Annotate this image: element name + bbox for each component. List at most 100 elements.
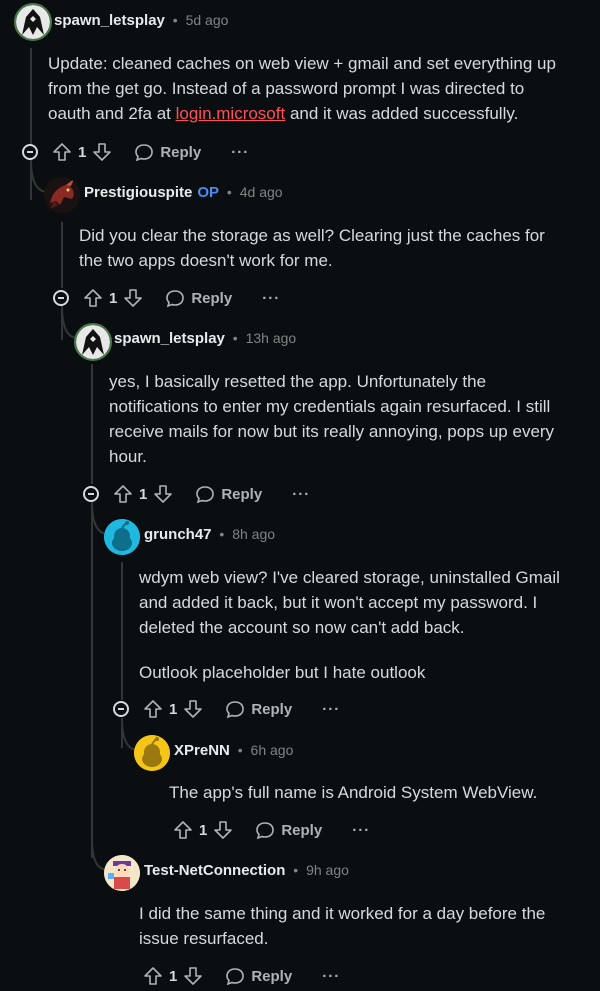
- thread-line-2[interactable]: [61, 222, 63, 288]
- avatar[interactable]: [14, 3, 52, 41]
- reply-bubble-icon: [135, 144, 154, 162]
- comment-body: wdym web view? I've cleared storage, uni…: [139, 565, 560, 685]
- meta-separator: •: [228, 330, 242, 346]
- thread-line-3[interactable]: [91, 364, 93, 484]
- more-options-icon[interactable]: ···: [292, 486, 310, 503]
- username[interactable]: spawn_letsplay: [54, 12, 165, 29]
- reply-button[interactable]: Reply: [225, 699, 292, 719]
- comment-line: receive mails for now but its really ann…: [109, 422, 555, 441]
- collapse-icon[interactable]: [22, 144, 38, 160]
- upvote-icon[interactable]: [173, 820, 193, 840]
- username[interactable]: Prestigiouspite: [84, 184, 192, 201]
- meta-separator: •: [215, 526, 229, 542]
- comment-line: Did you clear the storage as well? Clear…: [79, 226, 545, 245]
- reply-label: Reply: [160, 143, 202, 161]
- upvote-icon[interactable]: [143, 966, 163, 986]
- thread-line-3-branch[interactable]: [91, 502, 93, 858]
- more-options-icon[interactable]: ···: [231, 144, 249, 161]
- reply-button[interactable]: Reply: [195, 484, 262, 504]
- meta-separator: •: [233, 742, 247, 758]
- comment-header: Test-NetConnection • 9h ago: [144, 862, 349, 879]
- meta-separator: •: [223, 184, 236, 200]
- vote-count: 1: [139, 485, 148, 503]
- thread-line-1[interactable]: [30, 48, 32, 144]
- timestamp[interactable]: 5d ago: [186, 12, 229, 28]
- comment-thread: spawn_letsplay • 5d ago Update: cleaned …: [0, 0, 600, 991]
- username[interactable]: spawn_letsplay: [114, 330, 225, 347]
- comment-line: Outlook placeholder but I hate outlook: [139, 663, 426, 682]
- avatar[interactable]: [74, 323, 112, 361]
- reply-bubble-icon: [196, 486, 215, 504]
- avatar[interactable]: [104, 519, 140, 555]
- comment-text: and it was added successfully.: [285, 104, 519, 123]
- collapse-icon[interactable]: [83, 486, 99, 502]
- comment-actions: 1 Reply ···: [83, 286, 280, 310]
- upvote-icon[interactable]: [52, 142, 72, 162]
- timestamp[interactable]: 13h ago: [246, 330, 297, 346]
- login-link[interactable]: login.microsoft: [176, 104, 286, 123]
- timestamp[interactable]: 8h ago: [232, 526, 275, 542]
- custom-avatar-icon: [104, 855, 140, 891]
- reply-button[interactable]: Reply: [255, 820, 322, 840]
- username[interactable]: Test-NetConnection: [144, 862, 285, 879]
- comment-actions: 1 Reply ···: [173, 818, 370, 842]
- more-options-icon[interactable]: ···: [352, 822, 370, 839]
- reply-label: Reply: [251, 700, 293, 718]
- reply-bubble-icon: [226, 968, 245, 986]
- thread-line-1-branch[interactable]: [30, 160, 32, 200]
- downvote-icon[interactable]: [213, 820, 233, 840]
- comment-actions: 1 Reply ···: [52, 140, 249, 164]
- upvote-icon[interactable]: [113, 484, 133, 504]
- spawn-avatar-icon: [76, 325, 110, 359]
- downvote-icon[interactable]: [123, 288, 143, 308]
- comment-header: spawn_letsplay • 5d ago: [54, 12, 228, 29]
- spawn-avatar-icon: [16, 5, 50, 39]
- downvote-icon[interactable]: [183, 699, 203, 719]
- avatar[interactable]: [104, 855, 140, 891]
- comment-body: yes, I basically resetted the app. Unfor…: [109, 369, 554, 469]
- comment-line: the two apps doesn't work for me.: [79, 251, 333, 270]
- reply-button[interactable]: Reply: [165, 288, 232, 308]
- comment-header: spawn_letsplay • 13h ago: [114, 330, 296, 347]
- downvote-icon[interactable]: [92, 142, 112, 162]
- comment-body: I did the same thing and it worked for a…: [139, 901, 545, 951]
- reply-button[interactable]: Reply: [134, 142, 201, 162]
- downvote-icon[interactable]: [183, 966, 203, 986]
- collapse-icon[interactable]: [53, 290, 69, 306]
- timestamp[interactable]: 9h ago: [306, 862, 349, 878]
- collapse-icon[interactable]: [113, 701, 129, 717]
- vote-count: 1: [169, 967, 178, 985]
- comment-actions: 1 Reply ···: [143, 964, 340, 988]
- reply-label: Reply: [281, 821, 323, 839]
- comment-line: deleted the account so now can't add bac…: [139, 618, 465, 637]
- more-options-icon[interactable]: ···: [262, 290, 280, 307]
- more-options-icon[interactable]: ···: [322, 968, 340, 985]
- avatar[interactable]: [44, 177, 80, 213]
- comment-body: Update: cleaned caches on web view + gma…: [48, 51, 556, 126]
- comment-line: from the get go. Instead of a password p…: [48, 79, 525, 98]
- snoo-avatar-icon: [134, 735, 170, 771]
- reply-bubble-icon: [256, 822, 275, 840]
- reply-button[interactable]: Reply: [225, 966, 292, 986]
- comment-line: notifications to enter my credentials ag…: [109, 397, 551, 416]
- username[interactable]: XPreNN: [174, 742, 230, 759]
- upvote-icon[interactable]: [83, 288, 103, 308]
- more-options-icon[interactable]: ···: [322, 701, 340, 718]
- comment-text: oauth and 2fa at: [48, 104, 176, 123]
- thread-line-4-branch[interactable]: [121, 718, 123, 748]
- avatar[interactable]: [134, 735, 170, 771]
- comment-header: Prestigiouspite OP • 4d ago: [84, 184, 283, 201]
- username[interactable]: grunch47: [144, 526, 212, 543]
- snoo-avatar-icon: [104, 519, 140, 555]
- meta-separator: •: [289, 862, 303, 878]
- downvote-icon[interactable]: [153, 484, 173, 504]
- timestamp[interactable]: 4d ago: [240, 184, 283, 200]
- reply-label: Reply: [221, 485, 263, 503]
- thread-line-2-branch[interactable]: [61, 306, 63, 340]
- comment-line: yes, I basically resetted the app. Unfor…: [109, 372, 487, 391]
- thread-line-4[interactable]: [121, 562, 123, 700]
- comment-line: wdym web view? I've cleared storage, uni…: [139, 568, 560, 587]
- upvote-icon[interactable]: [143, 699, 163, 719]
- comment-line: oauth and 2fa at login.microsoft and it …: [48, 101, 556, 126]
- timestamp[interactable]: 6h ago: [251, 742, 294, 758]
